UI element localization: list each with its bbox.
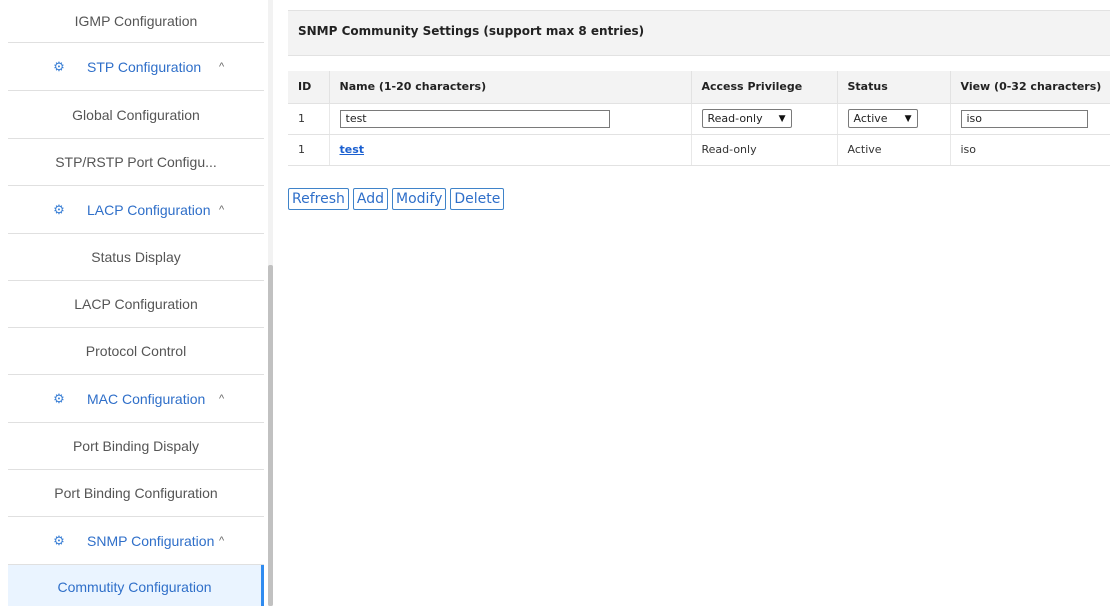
view-cell: iso: [950, 134, 1110, 166]
chevron-up-icon[interactable]: ^: [219, 204, 224, 216]
sidebar-item-lacp-configuration[interactable]: LACP Configuration: [8, 281, 264, 328]
action-buttons: Refresh Add Modify Delete: [288, 188, 505, 210]
sidebar-group-mac-configuration[interactable]: ⚙ MAC Configuration ^: [8, 375, 264, 423]
sidebar-item-label: Port Binding Configuration: [54, 485, 218, 501]
sidebar-group-label: LACP Configuration: [87, 201, 211, 218]
modify-button[interactable]: Modify: [391, 188, 447, 210]
column-header-id: ID: [288, 71, 330, 104]
panel-header: SNMP Community Settings (support max 8 e…: [288, 10, 1110, 56]
sidebar-group-label: MAC Configuration: [87, 390, 206, 407]
gear-icon: ⚙: [53, 201, 65, 217]
sidebar-item-protocol-control[interactable]: Protocol Control: [8, 328, 264, 375]
access-privilege-cell: Read-only ▼: [691, 103, 838, 135]
access-privilege-value: Read-only: [707, 112, 763, 125]
sidebar-item-global-configuration[interactable]: Global Configuration: [8, 91, 264, 139]
chevron-down-icon: ▼: [904, 113, 912, 124]
chevron-up-icon[interactable]: ^: [219, 393, 224, 405]
sidebar-group-label: SNMP Configuration: [87, 532, 215, 549]
row-id: 1: [288, 103, 330, 135]
sidebar-item-stp-rstp-port-configuration[interactable]: STP/RSTP Port Configu...: [8, 139, 264, 186]
sidebar-item-status-display[interactable]: Status Display: [8, 234, 264, 281]
delete-button[interactable]: Delete: [450, 188, 505, 210]
sidebar-item-label: Commutity Configuration: [57, 578, 212, 595]
chevron-up-icon[interactable]: ^: [219, 535, 224, 547]
sidebar-item-label: LACP Configuration: [74, 296, 198, 312]
main-content: SNMP Community Settings (support max 8 e…: [288, 0, 1110, 606]
column-header-status: Status: [837, 71, 951, 104]
table-row: 1 test Read-only Active iso: [288, 134, 1110, 166]
panel-title: SNMP Community Settings (support max 8 e…: [298, 24, 645, 38]
sidebar-item-port-binding-configuration[interactable]: Port Binding Configuration: [8, 470, 264, 517]
sidebar-group-label: STP Configuration: [87, 58, 202, 75]
sidebar-item-label: STP/RSTP Port Configu...: [55, 154, 217, 170]
column-header-view: View (0-32 characters): [950, 71, 1110, 104]
chevron-down-icon: ▼: [778, 113, 786, 124]
name-cell: [329, 103, 692, 135]
sidebar-group-snmp-configuration[interactable]: ⚙ SNMP Configuration ^: [8, 517, 264, 565]
chevron-up-icon[interactable]: ^: [219, 61, 224, 73]
column-header-name: Name (1-20 characters): [329, 71, 692, 104]
view-cell: [950, 103, 1110, 135]
sidebar-item-label: Protocol Control: [85, 343, 187, 359]
name-input[interactable]: [339, 109, 610, 128]
sidebar-scrollbar-thumb[interactable]: [268, 265, 273, 606]
sidebar-item-label: Status Display: [91, 249, 181, 265]
sidebar-item-label: IGMP Configuration: [74, 13, 198, 29]
sidebar-item-igmp-configuration[interactable]: IGMP Configuration: [8, 0, 264, 43]
sidebar: IGMP Configuration ⚙ STP Configuration ^…: [0, 0, 269, 606]
gear-icon: ⚙: [53, 390, 65, 406]
row-id: 1: [288, 134, 330, 166]
sidebar-item-community-configuration[interactable]: Commutity Configuration: [8, 565, 264, 606]
status-cell: Active: [837, 134, 951, 166]
snmp-community-table: ID Name (1-20 characters) Access Privile…: [288, 71, 1110, 166]
table-row-edit: 1 Read-only ▼ Active ▼: [288, 103, 1110, 135]
status-select[interactable]: Active ▼: [847, 109, 918, 128]
add-button[interactable]: Add: [352, 188, 388, 210]
sidebar-item-label: Global Configuration: [72, 106, 200, 123]
table-header-row: ID Name (1-20 characters) Access Privile…: [288, 71, 1110, 104]
view-input[interactable]: [960, 109, 1088, 128]
access-privilege-select[interactable]: Read-only ▼: [701, 109, 792, 128]
sidebar-item-label: Port Binding Dispaly: [72, 438, 200, 454]
name-cell: test: [329, 134, 692, 166]
access-privilege-cell: Read-only: [691, 134, 838, 166]
column-header-access-privilege: Access Privilege: [691, 71, 838, 104]
refresh-button[interactable]: Refresh: [288, 188, 349, 210]
community-name-link[interactable]: test: [340, 143, 365, 156]
status-cell: Active ▼: [837, 103, 951, 135]
sidebar-item-port-binding-display[interactable]: Port Binding Dispaly: [8, 423, 264, 470]
sidebar-group-lacp-configuration[interactable]: ⚙ LACP Configuration ^: [8, 186, 264, 234]
sidebar-group-stp-configuration[interactable]: ⚙ STP Configuration ^: [8, 43, 264, 91]
gear-icon: ⚙: [53, 58, 65, 74]
status-value: Active: [853, 112, 888, 125]
gear-icon: ⚙: [53, 532, 65, 548]
